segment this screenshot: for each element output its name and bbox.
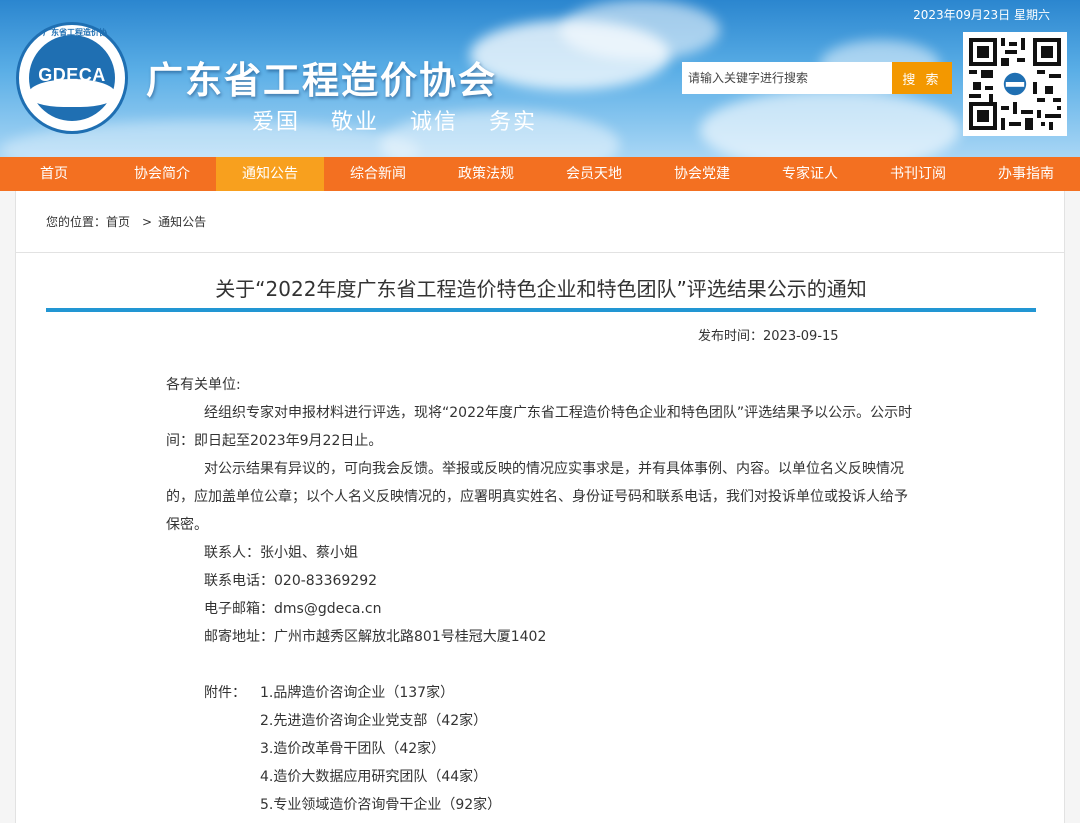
site-motto: 爱国 敬业 诚信 务实 <box>252 104 559 136</box>
breadcrumb-current-link[interactable]: 通知公告 <box>158 215 206 229</box>
breadcrumb-prefix: 您的位置： <box>46 215 107 229</box>
attachment-item: 2.先进造价咨询企业党支部（42家） <box>260 713 488 729</box>
publish-date: 发布时间：2023-09-15 <box>698 329 839 344</box>
nav-item-policy[interactable]: 政策法规 <box>432 157 540 191</box>
nav-item-about[interactable]: 协会简介 <box>108 157 216 191</box>
motto-word: 敬业 <box>331 110 380 135</box>
mailing-address: 邮寄地址：广州市越秀区解放北路801号桂冠大厦1402 <box>204 629 547 645</box>
current-date: 2023年09月23日 星期六 <box>913 8 1050 22</box>
nav-item-guide[interactable]: 办事指南 <box>972 157 1080 191</box>
motto-word: 爱国 <box>252 110 301 135</box>
breadcrumb-separator: > <box>142 215 153 229</box>
attachments: 附件： 1.品牌造价咨询企业（137家） 2.先进造价咨询企业党支部（42家） … <box>166 679 914 819</box>
site-title: 广东省工程造价协会 <box>146 59 497 102</box>
attachments-label: 附件： <box>204 685 246 701</box>
main-nav: 首页 协会简介 通知公告 综合新闻 政策法规 会员天地 协会党建 专家证人 书刊… <box>0 157 1080 191</box>
contact-phone: 联系电话：020-83369292 <box>204 573 378 589</box>
search-input[interactable] <box>682 62 892 94</box>
nav-item-members[interactable]: 会员天地 <box>540 157 648 191</box>
motto-word: 务实 <box>489 110 538 135</box>
attachment-item: 1.品牌造价咨询企业（137家） <box>260 685 455 701</box>
attachment-item: 4.造价大数据应用研究团队（44家） <box>260 769 488 785</box>
motto-word: 诚信 <box>410 110 459 135</box>
qr-code-icon <box>963 32 1067 136</box>
greeting: 各有关单位: <box>166 377 241 393</box>
nav-item-publications[interactable]: 书刊订阅 <box>864 157 972 191</box>
attachment-list: 1.品牌造价咨询企业（137家） 2.先进造价咨询企业党支部（42家） 3.造价… <box>260 679 501 819</box>
qr-code-graphic <box>969 38 1061 130</box>
breadcrumb: 您的位置：首页 > 通知公告 <box>15 191 1065 253</box>
contact-email: 电子邮箱：dms@gdeca.cn <box>204 601 382 617</box>
attachment-item: 5.专业领域造价咨询骨干企业（92家） <box>260 797 502 813</box>
gdeca-logo[interactable]: 广东省工程造价协会 GDECA <box>16 22 128 134</box>
search-button[interactable]: 搜 索 <box>892 62 952 94</box>
contact-person: 联系人：张小姐、蔡小姐 <box>204 545 358 561</box>
article-body: 各有关单位: 经组织专家对申报材料进行评选，现将“2022年度广东省工程造价特色… <box>166 371 914 819</box>
nav-item-experts[interactable]: 专家证人 <box>756 157 864 191</box>
cloud-decoration <box>560 0 720 60</box>
logo-emblem: GDECA <box>29 35 115 121</box>
logo-text: GDECA <box>38 65 106 85</box>
nav-item-news[interactable]: 综合新闻 <box>324 157 432 191</box>
nav-item-home[interactable]: 首页 <box>0 157 108 191</box>
breadcrumb-home-link[interactable]: 首页 <box>106 215 130 229</box>
article: 关于“2022年度广东省工程造价特色企业和特色团队”评选结果公示的通知 发布时间… <box>15 253 1065 823</box>
nav-item-party[interactable]: 协会党建 <box>648 157 756 191</box>
title-divider <box>46 308 1036 312</box>
article-title: 关于“2022年度广东省工程造价特色企业和特色团队”评选结果公示的通知 <box>215 277 867 301</box>
paragraph: 对公示结果有异议的，可向我会反馈。举报或反映的情况应实事求是，并有具体事例、内容… <box>166 461 908 533</box>
nav-item-notices[interactable]: 通知公告 <box>216 157 324 191</box>
cloud-decoration <box>700 90 960 157</box>
attachment-item: 3.造价改革骨干团队（42家） <box>260 741 446 757</box>
paragraph: 经组织专家对申报材料进行评选，现将“2022年度广东省工程造价特色企业和特色团队… <box>166 405 913 449</box>
site-header: 广东省工程造价协会 GDECA 广东省工程造价协会 爱国 敬业 诚信 务实 20… <box>0 0 1080 157</box>
